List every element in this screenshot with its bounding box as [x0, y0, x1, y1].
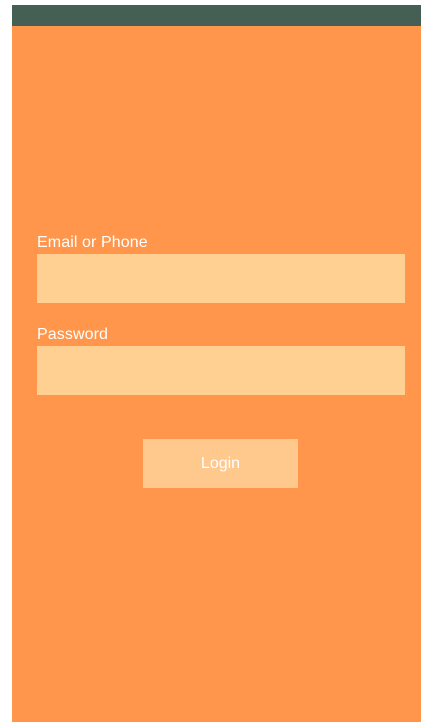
password-field[interactable] [37, 346, 405, 395]
login-button[interactable]: Login [143, 439, 298, 488]
email-label: Email or Phone [37, 234, 148, 251]
email-field[interactable] [37, 254, 405, 303]
password-label: Password [37, 326, 109, 343]
app-screen: Email or Phone Password Login [12, 5, 421, 722]
status-bar [12, 5, 421, 26]
